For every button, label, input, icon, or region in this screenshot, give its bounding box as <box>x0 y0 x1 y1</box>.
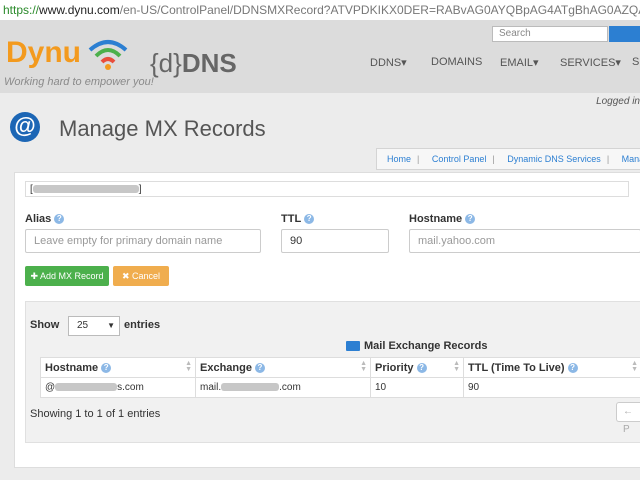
col-priority-label: Priority <box>375 361 414 374</box>
page-size-select[interactable]: 25 ▼ <box>68 316 120 336</box>
col-ttl-label: TTL (Time To Live) <box>468 361 565 374</box>
page-title-bar: @ Manage MX Records <box>0 108 640 148</box>
nav-more[interactable]: S <box>632 56 639 68</box>
sort-icon: ▲ ▼ <box>185 360 192 373</box>
url-path: /en-US/ControlPanel/DDNSMXRecord?ATVPDKI… <box>119 3 640 17</box>
col-exchange-label: Exchange <box>200 361 252 374</box>
search-input[interactable]: Search <box>492 26 608 42</box>
alias-label-text: Alias <box>25 213 52 225</box>
address-bar[interactable]: https://www.dynu.com/en-US/ControlPanel/… <box>0 0 640 21</box>
domain-bracket-close: ] <box>138 184 142 195</box>
col-exchange[interactable]: Exchange? ▲ ▼ <box>195 357 371 378</box>
wifi-logo-icon <box>88 40 128 70</box>
ddns-logo: {d}DNS <box>150 48 237 79</box>
alias-help-icon[interactable]: ? <box>54 214 65 225</box>
table-caption: Mail Exchange Records <box>346 340 488 352</box>
records-table-panel: Show 25 ▼ entries Mail Exchange Records H… <box>25 301 640 443</box>
previous-page-button[interactable]: ← P <box>616 402 640 435</box>
mail-exchange-icon <box>346 341 360 352</box>
nav-services[interactable]: SERVICES▾ <box>560 56 621 69</box>
col-hostname-label: Hostname <box>45 361 99 374</box>
ttl-label-text: TTL <box>281 213 302 225</box>
exchange-prefix: mail. <box>200 382 222 393</box>
hostname-label-text: Hostname <box>409 213 463 225</box>
ddns-brace: {d} <box>150 48 182 78</box>
breadcrumb-manage-ddns[interactable]: Manage Dynamic DNS <box>622 154 640 164</box>
breadcrumb-home[interactable]: Home <box>387 154 411 164</box>
exchange-suffix: .com <box>279 382 301 393</box>
ttl-label: TTL? <box>281 213 315 225</box>
chevron-down-icon: ▼ <box>107 321 115 330</box>
priority-col-help-icon[interactable]: ? <box>416 362 427 373</box>
col-hostname[interactable]: Hostname? ▲ ▼ <box>40 357 196 378</box>
alias-label: Alias? <box>25 213 65 225</box>
mx-records-table: Hostname? ▲ ▼ Exchange? ▲ ▼ Priority? ▲ ▼ TTL … <box>40 357 640 398</box>
cell-hostname: @ s.com <box>40 377 196 398</box>
redacted-hostname <box>55 383 118 392</box>
search-button[interactable] <box>609 26 640 42</box>
cell-exchange: mail. .com <box>195 377 371 398</box>
hostname-col-help-icon[interactable]: ? <box>101 362 112 373</box>
url-scheme: https:// <box>3 3 40 17</box>
ttl-col-help-icon[interactable]: ? <box>567 362 578 373</box>
hostname-label: Hostname? <box>409 213 476 225</box>
hostname-input[interactable]: mail.yahoo.com <box>409 229 640 253</box>
breadcrumb-ddns-services[interactable]: Dynamic DNS Services <box>507 154 601 164</box>
table-row[interactable]: @ s.com mail. .com 10 90 <box>40 377 640 398</box>
hostname-prefix: @ <box>45 382 56 393</box>
table-info: Showing 1 to 1 of 1 entries <box>30 408 161 420</box>
cancel-button[interactable]: ✖ Cancel <box>113 266 169 286</box>
col-ttl[interactable]: TTL (Time To Live)? ▲ ▼ <box>463 357 640 378</box>
ttl-help-icon[interactable]: ? <box>304 214 315 225</box>
mx-record-panel: [] Alias? Leave empty for primary domain… <box>14 172 640 468</box>
nav-domains[interactable]: DOMAINS <box>431 56 482 68</box>
alias-input[interactable]: Leave empty for primary domain name <box>25 229 261 253</box>
page-size-value: 25 <box>77 320 89 331</box>
col-priority[interactable]: Priority? ▲ ▼ <box>370 357 464 378</box>
logo-text[interactable]: Dynu <box>6 36 81 70</box>
exchange-col-help-icon[interactable]: ? <box>254 362 265 373</box>
sort-icon: ▲ ▼ <box>631 360 638 373</box>
hostname-suffix: s.com <box>117 382 144 393</box>
add-mx-record-button[interactable]: ✚ Add MX Record <box>25 266 109 286</box>
tagline: Working hard to empower you! <box>4 76 154 88</box>
redacted-domain <box>32 185 139 194</box>
domain-name-box: [] <box>25 181 629 197</box>
cell-ttl: 90 <box>463 377 640 398</box>
nav-email[interactable]: EMAIL▾ <box>500 56 539 69</box>
url-host: www.dynu.com <box>39 3 120 17</box>
table-caption-text: Mail Exchange Records <box>364 340 488 352</box>
redacted-exchange <box>221 383 280 392</box>
show-label: Show <box>30 319 60 331</box>
hostname-help-icon[interactable]: ? <box>465 214 476 225</box>
sort-icon: ▲ ▼ <box>360 360 367 373</box>
breadcrumb-control-panel[interactable]: Control Panel <box>432 154 487 164</box>
entries-label: entries <box>124 319 161 331</box>
site-header: Dynu Working hard to empower you! {d}DNS… <box>0 20 640 93</box>
at-sign-icon: @ <box>10 112 40 142</box>
nav-ddns[interactable]: DDNS▾ <box>370 56 407 69</box>
ttl-input[interactable]: 90 <box>281 229 389 253</box>
table-header-row: Hostname? ▲ ▼ Exchange? ▲ ▼ Priority? ▲ ▼ TTL … <box>40 357 640 378</box>
page-title: Manage MX Records <box>59 116 266 141</box>
ddns-text: DNS <box>181 48 237 78</box>
cell-priority: 10 <box>370 377 464 398</box>
logged-in-text: Logged in <box>596 96 640 107</box>
breadcrumb: Home | Control Panel | Dynamic DNS Service… <box>376 148 640 170</box>
sort-icon: ▲ ▼ <box>453 360 460 373</box>
